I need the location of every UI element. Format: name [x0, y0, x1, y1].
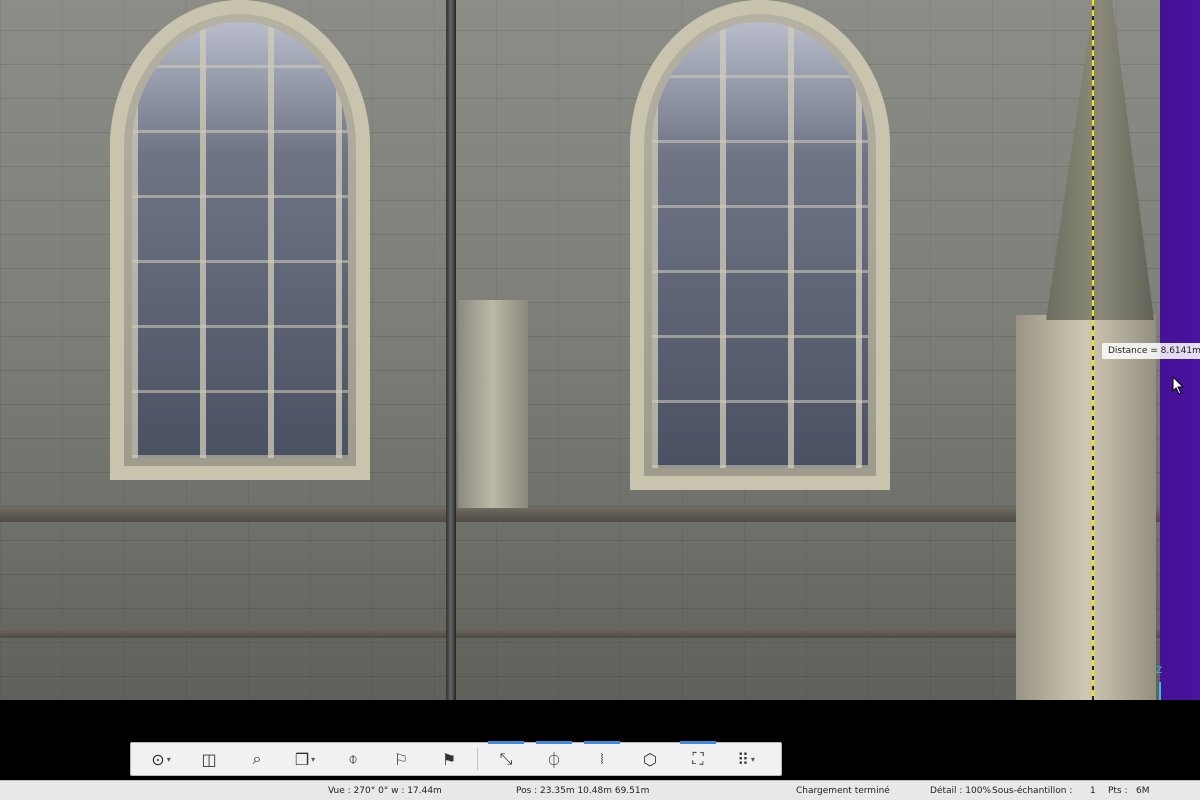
toolbar-divider [477, 748, 478, 770]
downpipe [446, 0, 456, 718]
chevron-down-icon: ▾ [750, 754, 755, 764]
church-facade-point-cloud [0, 0, 1160, 745]
axis-z-label: Z [1156, 666, 1163, 676]
cornice-band [0, 508, 1160, 522]
view-cube-icon: ❒ [294, 749, 310, 769]
pan-cube-button[interactable]: ◫ [185, 744, 233, 774]
status-detail: Détail : 100% [930, 786, 991, 796]
measure-point-button[interactable]: ⚐ [377, 744, 425, 774]
pan-cube-icon: ◫ [201, 749, 217, 769]
3d-object-button[interactable]: ⬡ [626, 744, 674, 774]
pinnacle-spire [1046, 0, 1154, 320]
grid-options-icon: ⠿ [737, 749, 749, 769]
status-view: Vue : 270° 0° w : 17.44m [328, 786, 442, 796]
gothic-window-left [110, 0, 370, 480]
corner-buttress [1016, 315, 1156, 735]
status-bar: Vue : 270° 0° w : 17.44m Pos : 23.35m 10… [0, 780, 1200, 800]
measure-distance-button[interactable]: ⚑ [425, 744, 473, 774]
plinth-band [0, 628, 1160, 638]
mouse-cursor-icon [1172, 376, 1185, 395]
clip-box-icon: ⏀ [545, 751, 562, 770]
clip-plane-button[interactable]: ⌽ [329, 744, 377, 774]
gothic-window-right [630, 0, 890, 490]
view-cube-button[interactable]: ❒ ▾ [281, 744, 329, 774]
orbit-mode-button[interactable]: ⊙ ▾ [137, 744, 185, 774]
chevron-down-icon: ▾ [166, 754, 171, 764]
grid-options-button[interactable]: ⠿ ▾ [722, 744, 770, 774]
selection-tool-button[interactable]: ⤡ [482, 741, 530, 774]
status-subsample-value: 1 [1090, 786, 1096, 796]
measurement-line[interactable] [1092, 0, 1094, 750]
fit-view-button[interactable]: ⛶ [674, 741, 722, 774]
section-button[interactable]: ⧘ [578, 741, 626, 774]
measurement-label: Distance = 8.6141m [1102, 343, 1200, 359]
status-points-label: Pts : [1108, 786, 1128, 796]
measure-point-icon: ⚐ [393, 749, 409, 769]
chevron-down-icon: ▾ [311, 754, 316, 764]
orbit-mode-icon: ⊙ [151, 749, 165, 769]
selection-tool-icon: ⤡ [499, 749, 513, 768]
status-points-value: 6M [1136, 786, 1150, 796]
statue-niche [458, 300, 528, 510]
section-icon: ⧘ [600, 749, 604, 768]
status-position: Pos : 23.35m 10.48m 69.51m [516, 786, 650, 796]
viewer-toolbar: ⊙ ▾ ◫ ⌕ ❒ ▾ ⌽ ⚐ ⚑ ⤡ ⏀ ⧘ ⬡ ⛶ ⠿ ▾ [130, 741, 782, 776]
fit-view-icon: ⛶ [692, 749, 704, 768]
clip-box-button[interactable]: ⏀ [530, 741, 578, 774]
3d-object-icon: ⬡ [643, 749, 657, 769]
status-subsample-label: Sous-échantillon : [992, 786, 1073, 796]
point-cloud-viewport[interactable]: Distance = 8.6141m Z Y [0, 0, 1200, 780]
status-loading: Chargement terminé [796, 786, 890, 796]
clip-plane-icon: ⌽ [348, 749, 358, 768]
zoom-icon: ⌕ [252, 749, 262, 768]
zoom-button[interactable]: ⌕ [233, 744, 281, 774]
measure-distance-icon: ⚑ [441, 749, 457, 769]
